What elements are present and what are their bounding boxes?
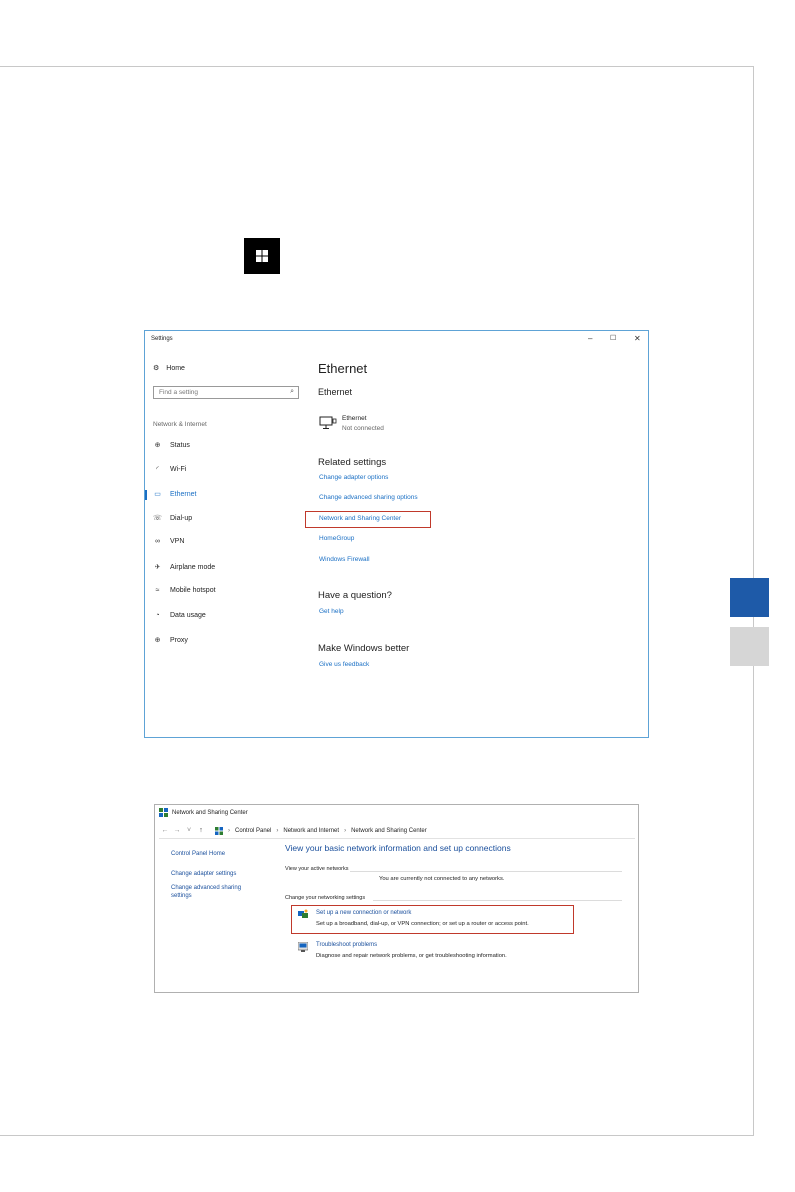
setup-connection-link[interactable]: Set up a new connection or network — [316, 910, 411, 916]
hotspot-icon: ≈ — [155, 587, 160, 594]
breadcrumb-separator-icon: › — [228, 827, 230, 834]
question-heading: Have a question? — [318, 590, 392, 601]
active-indicator — [145, 490, 147, 500]
change-advanced-sharing-link[interactable]: Change advanced sharing options — [319, 494, 418, 501]
nsc-headline: View your basic network information and … — [285, 843, 511, 853]
search-icon: ⌕ — [290, 388, 294, 395]
adapter-name[interactable]: Ethernet — [342, 415, 367, 422]
sidebar-item-proxy[interactable]: ⊕ Proxy — [153, 636, 188, 645]
sidebar-item-label: Ethernet — [170, 490, 197, 498]
network-sharing-center-link[interactable]: Network and Sharing Center — [319, 515, 401, 522]
nsc-titlebar: Network and Sharing Center — [159, 808, 248, 817]
settings-window: Settings – ☐ ✕ ⚙ Home Find a setting ⌕ N… — [144, 330, 649, 738]
change-advanced-sharing-settings-link[interactable]: Change advanced sharing settings — [171, 884, 261, 900]
status-icon: ⊕ — [154, 442, 161, 449]
sidebar-item-vpn[interactable]: ∞ VPN — [153, 538, 184, 545]
give-feedback-link[interactable]: Give us feedback — [319, 661, 369, 668]
breadcrumb-separator-icon: › — [344, 827, 347, 834]
sidebar-item-mobile-hotspot[interactable]: ≈ Mobile hotspot — [153, 587, 216, 594]
sidebar-item-label: Proxy — [170, 636, 188, 644]
homegroup-link[interactable]: HomeGroup — [319, 535, 354, 542]
new-connection-icon — [298, 909, 308, 918]
sidebar-item-ethernet[interactable]: ▭ Ethernet — [153, 490, 197, 499]
not-connected-text: You are currently not connected to any n… — [379, 876, 505, 882]
close-button[interactable]: ✕ — [634, 334, 641, 343]
setup-connection-desc: Set up a broadband, dial-up, or VPN conn… — [316, 921, 529, 927]
search-input[interactable]: Find a setting ⌕ — [153, 386, 299, 399]
adapter-status: Not connected — [342, 425, 384, 432]
ethernet-adapter-icon — [319, 416, 337, 432]
search-placeholder: Find a setting — [159, 389, 199, 396]
get-help-link[interactable]: Get help — [319, 608, 344, 615]
breadcrumb-network-sharing-center[interactable]: Network and Sharing Center — [351, 828, 427, 834]
control-panel-home-link[interactable]: Control Panel Home — [171, 850, 225, 858]
sidebar-item-label: Mobile hotspot — [170, 587, 216, 594]
airplane-icon: ✈ — [154, 564, 161, 571]
sidebar-item-wifi[interactable]: ◜ Wi-Fi — [153, 465, 187, 474]
settings-title: Settings — [151, 336, 173, 342]
network-icon — [159, 808, 168, 817]
page-title: Ethernet — [318, 361, 368, 376]
network-sharing-center-window: Network and Sharing Center ← → ˅ ↑ › Con… — [154, 804, 639, 993]
section-subtitle: Ethernet — [318, 387, 353, 397]
address-bar[interactable]: › Control Panel › Network and Internet ›… — [215, 825, 635, 836]
related-settings-heading: Related settings — [318, 457, 387, 468]
control-panel-icon — [215, 826, 223, 835]
home-nav-item[interactable]: ⚙ Home — [153, 364, 185, 373]
nsc-title: Network and Sharing Center — [172, 809, 248, 816]
active-networks-label: View your active networks — [285, 866, 349, 872]
minimize-button[interactable]: – — [588, 334, 592, 343]
sidebar-item-label: Status — [170, 441, 190, 449]
proxy-icon: ⊕ — [154, 637, 161, 644]
change-settings-label: Change your networking settings — [285, 895, 366, 901]
dialup-icon: ☏ — [153, 515, 162, 522]
troubleshoot-desc: Diagnose and repair network problems, or… — [316, 953, 507, 959]
gear-icon: ⚙ — [153, 365, 160, 372]
data-usage-icon: ◔ — [155, 612, 160, 619]
section-divider — [373, 900, 622, 901]
chevron-down-icon[interactable]: ˅ — [183, 827, 195, 834]
troubleshoot-icon — [298, 942, 308, 952]
nsc-divider — [159, 838, 635, 839]
sidebar-item-label: Airplane mode — [170, 563, 216, 571]
vpn-icon: ∞ — [155, 538, 160, 545]
sidebar-item-label: VPN — [170, 538, 185, 545]
up-arrow-icon[interactable]: ↑ — [195, 827, 207, 834]
change-adapter-settings-link[interactable]: Change adapter settings — [171, 870, 236, 878]
change-adapter-options-link[interactable]: Change adapter options — [319, 474, 388, 481]
feedback-heading: Make Windows better — [318, 643, 410, 654]
nsc-nav-row: ← → ˅ ↑ › Control Panel › Network and In… — [159, 825, 635, 836]
breadcrumb-separator-icon: › — [276, 827, 279, 834]
windows-key-icon — [244, 238, 280, 274]
page-frame-top — [0, 66, 753, 67]
sidebar-item-label: Data usage — [170, 612, 206, 619]
forward-arrow-icon[interactable]: → — [171, 827, 183, 834]
page-frame-bottom — [0, 1135, 754, 1136]
sidebar-item-data-usage[interactable]: ◔ Data usage — [153, 612, 206, 619]
sidebar-item-dialup[interactable]: ☏ Dial-up — [153, 514, 193, 523]
maximize-button[interactable]: ☐ — [610, 334, 616, 342]
chapter-tab-active — [730, 578, 769, 617]
troubleshoot-link[interactable]: Troubleshoot problems — [316, 942, 377, 948]
windows-firewall-link[interactable]: Windows Firewall — [319, 556, 370, 563]
ethernet-icon: ▭ — [154, 491, 161, 498]
sidebar-item-airplane-mode[interactable]: ✈ Airplane mode — [153, 563, 216, 572]
nav-section-label: Network & Internet — [153, 421, 207, 428]
home-label: Home — [166, 364, 185, 372]
section-divider — [350, 871, 622, 872]
breadcrumb-network-internet[interactable]: Network and Internet — [283, 828, 339, 834]
sidebar-item-label: Dial-up — [170, 514, 193, 522]
chapter-tab-inactive — [730, 627, 769, 666]
back-arrow-icon[interactable]: ← — [159, 827, 171, 834]
sidebar-item-status[interactable]: ⊕ Status — [153, 441, 190, 450]
wifi-icon: ◜ — [156, 466, 159, 473]
breadcrumb-control-panel[interactable]: Control Panel — [235, 828, 271, 834]
sidebar-item-label: Wi-Fi — [170, 465, 187, 473]
